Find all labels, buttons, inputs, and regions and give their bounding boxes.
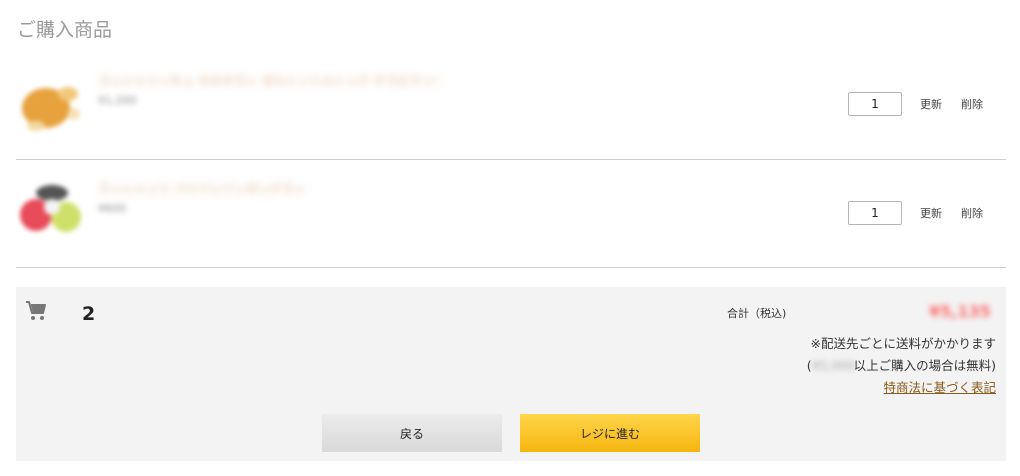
update-button[interactable]: 更新 — [920, 205, 942, 221]
cart-item: ラッシャッツ バイバッツンガックラッ ¥600 更新 削除 — [16, 160, 1006, 268]
cart-item: ラッシャリッキュ ホホホラッ ボルトントルトック チラピクッチュ ¥1,200 … — [16, 52, 1006, 160]
product-name[interactable]: ラッシャリッキュ ホホホラッ ボルトントルトック チラピクッチュ — [98, 72, 438, 88]
cart-item-count: 2 — [82, 303, 96, 325]
checkout-button[interactable]: レジに進む — [520, 414, 700, 452]
quantity-input[interactable] — [848, 201, 902, 225]
free-shipping-note: (¥5,000以上ご購入の場合は無料) — [807, 355, 996, 374]
delete-button[interactable]: 削除 — [961, 205, 983, 221]
total-value: ¥5,135 — [929, 302, 991, 321]
product-price: ¥1,200 — [98, 94, 137, 107]
free-shipping-suffix: 以上ご購入の場合は無料) — [853, 358, 996, 373]
back-button[interactable]: 戻る — [322, 414, 502, 452]
commercial-law-link[interactable]: 特商法に基づく表記 — [883, 377, 996, 396]
update-button[interactable]: 更新 — [920, 96, 942, 112]
total-label: 合計（税込) — [727, 307, 787, 320]
cart-icon — [26, 301, 46, 320]
product-price: ¥600 — [98, 202, 126, 215]
shipping-note: ※配送先ごとに送料がかかります — [810, 336, 996, 351]
product-image[interactable] — [16, 74, 90, 138]
delete-button[interactable]: 削除 — [961, 96, 983, 112]
page-title: ご購入商品 — [17, 19, 113, 41]
product-image[interactable] — [16, 177, 90, 241]
cart-summary: 2 合計（税込) ¥5,135 ※配送先ごとに送料がかかります (¥5,000以… — [16, 287, 1006, 461]
quantity-input[interactable] — [848, 92, 902, 116]
product-name[interactable]: ラッシャッツ バイバッツンガックラッ — [98, 180, 328, 196]
free-shipping-amount: ¥5,000 — [811, 358, 856, 373]
